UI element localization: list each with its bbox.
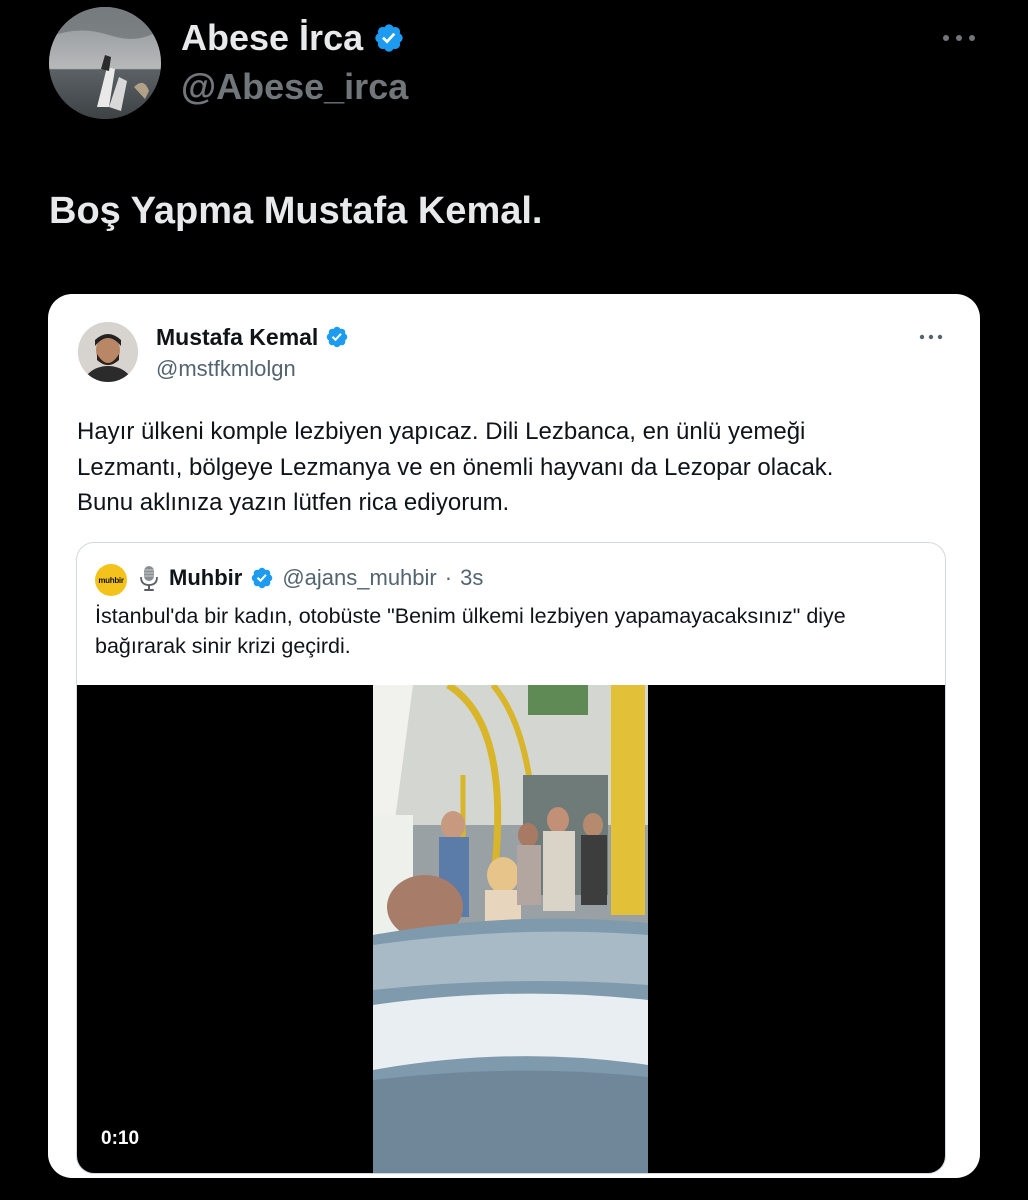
verified-badge-icon (252, 567, 273, 589)
nested-text-line: İstanbul'da bir kadın, otobüste "Benim ü… (95, 604, 846, 628)
avatar-photo-icon (49, 7, 161, 119)
quoted-more-options-button[interactable] (918, 330, 944, 344)
video-player[interactable]: 0:10 (77, 685, 945, 1173)
more-horizontal-icon (943, 35, 975, 41)
video-frame (373, 685, 648, 1173)
quoted-author-handle[interactable]: @mstfkmlolgn (156, 354, 296, 384)
nested-quoted-tweet[interactable]: muhbir Muhbir @ajans_muhbir · 3s İstanbu… (76, 542, 946, 1174)
quoted-text-line: Bunu aklınıza yazın lütfen rica ediyorum… (77, 489, 510, 516)
quoted-tweet-card[interactable]: Mustafa Kemal @mstfkmlolgn Hayır ülkeni … (48, 294, 980, 1178)
quoted-text-line: Lezmantı, bölgeye Lezmanya ve en önemli … (77, 453, 834, 481)
muhbir-logo[interactable]: muhbir (95, 564, 127, 596)
verified-badge-icon (375, 24, 403, 52)
more-options-button[interactable] (938, 26, 982, 50)
nested-author-handle[interactable]: @ajans_muhbir (282, 561, 436, 595)
microphone-icon (140, 566, 158, 591)
nested-text-line: bağırarak sinir krizi geçirdi. (95, 634, 351, 658)
video-thumbnail-icon (373, 685, 648, 1173)
nested-tweet-header: Muhbir @ajans_muhbir · 3s (137, 561, 483, 595)
nested-author-name[interactable]: Muhbir (169, 561, 242, 595)
author-name-text[interactable]: Abese İrca (181, 14, 363, 62)
quoted-author-name[interactable]: Mustafa Kemal (156, 322, 349, 352)
quoted-tweet-text: Hayır ülkeni komple lezbiyen yapıcaz. Di… (77, 414, 957, 521)
author-avatar[interactable] (49, 7, 161, 119)
nested-separator: · (444, 565, 453, 590)
quoted-text-line: Hayır ülkeni komple lezbiyen yapıcaz. Di… (77, 418, 806, 445)
quoted-author-name-text[interactable]: Mustafa Kemal (156, 322, 318, 352)
author-name[interactable]: Abese İrca (181, 14, 405, 62)
verified-badge-icon (327, 326, 348, 348)
author-handle[interactable]: @Abese_irca (181, 64, 408, 110)
tweet-text: Boş Yapma Mustafa Kemal. (49, 190, 543, 232)
nested-timestamp[interactable]: 3s (460, 561, 483, 595)
more-horizontal-icon (919, 334, 943, 340)
nested-tweet-text: İstanbul'da bir kadın, otobüste "Benim ü… (95, 601, 935, 661)
quoted-author-avatar[interactable] (78, 322, 138, 382)
video-duration: 0:10 (101, 1128, 140, 1149)
avatar-photo-icon (78, 322, 138, 382)
